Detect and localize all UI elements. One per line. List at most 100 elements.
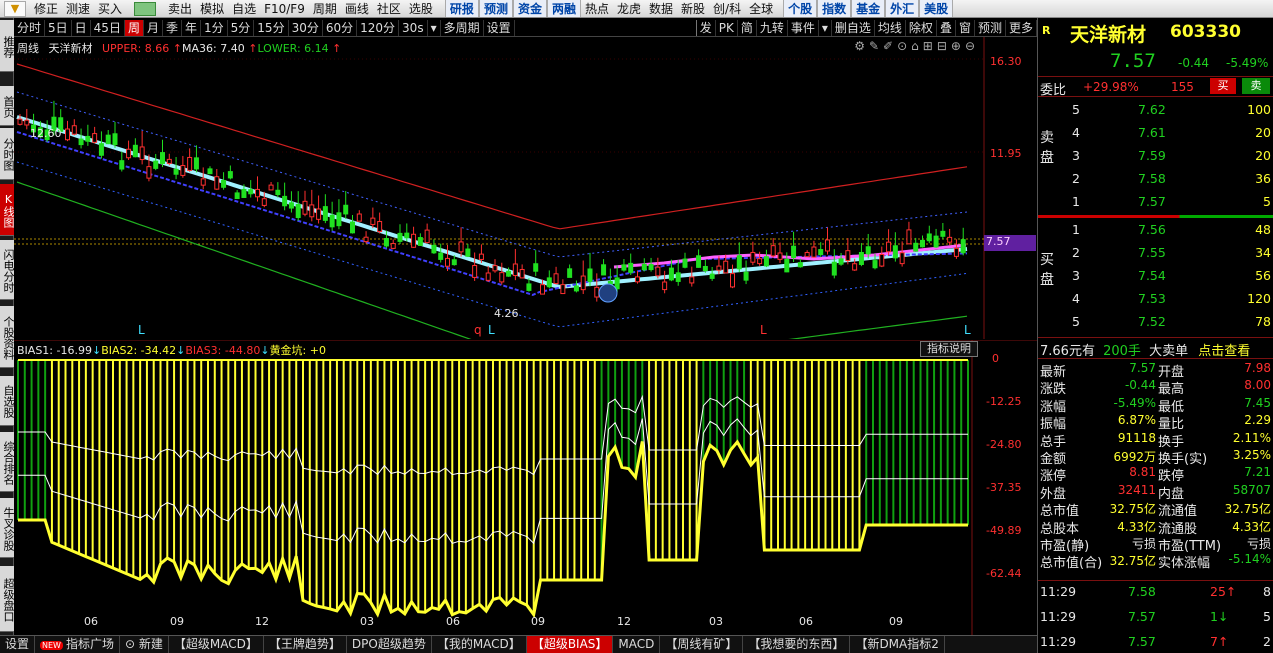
left-tab-profile[interactable]: 个股资料 (0, 306, 14, 368)
left-tab-watchlist[interactable]: 自选股 (0, 376, 14, 426)
period-30min[interactable]: 30分 (289, 19, 323, 36)
bottom-tab-indicator-square[interactable]: NEW 指标广场 (35, 636, 120, 653)
left-tab-orderbook[interactable]: 超级盘口 (0, 566, 14, 632)
toolbar-item-speed[interactable]: 测速 (62, 0, 94, 17)
left-tab-kline[interactable]: K线图 (0, 184, 14, 236)
bottom-tab-wish[interactable]: 【我想要的东西】 (743, 636, 851, 653)
left-tab-ranking[interactable]: 综合排名 (0, 432, 14, 492)
bottom-tab-weekly-mine[interactable]: 【周线有矿】 (660, 636, 744, 653)
weibi-value: +29.98% (1083, 80, 1139, 94)
bottom-tab-macd[interactable]: MACD (613, 636, 661, 653)
bottom-tab-my-macd[interactable]: 【我的MACD】 (432, 636, 527, 653)
candle-body (662, 281, 668, 291)
toolbar-item-margin[interactable]: 两融 (546, 0, 581, 17)
toolbar-item-fund[interactable]: 资金 (512, 0, 547, 17)
bottom-tab-super-bias[interactable]: 【超级BIAS】 (526, 636, 614, 653)
toolbar-item-data[interactable]: 数据 (645, 0, 677, 17)
candle-body (743, 271, 749, 281)
period-timeshare[interactable]: 分时 (14, 19, 46, 36)
candle-body (526, 283, 532, 291)
bias-chart[interactable]: BIAS1: -16.99↓BIAS2: -34.42↓BIAS3: -44.8… (14, 340, 1037, 635)
period-month[interactable]: 月 (144, 19, 163, 36)
left-tab-home[interactable]: 首页 (0, 86, 14, 126)
toolbar-item-hot[interactable]: 热点 (581, 0, 613, 17)
bottom-tab-dma[interactable]: 【新DMA指标2 (850, 636, 945, 653)
toolbar-item-star[interactable]: 创/科 (709, 0, 745, 17)
big-order-row[interactable]: 7.66元有 200手 大卖单 点击查看 (1040, 340, 1250, 359)
bottom-tab-trend[interactable]: 【王牌趋势】 (264, 636, 347, 653)
bottom-tab-bar: 设置 NEW 指标广场 ⊙ 新建 【超级MACD】 【王牌趋势】 DPO超级趋势 … (0, 635, 1037, 653)
period-day[interactable]: 日 (72, 19, 91, 36)
left-tab-flash[interactable]: 闪电分时 (0, 240, 14, 300)
indicator-help-button[interactable]: 指标说明 (920, 341, 978, 357)
buy-button[interactable]: 买 (1210, 78, 1236, 94)
left-tab-recommend[interactable]: 推荐 (0, 20, 14, 72)
tool-dropdown-icon[interactable]: ▾ (819, 19, 832, 36)
toolbar-item-watchlist[interactable]: 自选 (228, 0, 260, 17)
toolbar-item-forex[interactable]: 外汇 (885, 0, 920, 17)
toolbar-item-period[interactable]: 周期 (309, 0, 341, 17)
tool-more[interactable]: 更多 (1006, 19, 1037, 36)
period-1min[interactable]: 1分 (201, 19, 228, 36)
tool-ma[interactable]: 均线 (875, 19, 906, 36)
period-settings[interactable]: 设置 (484, 19, 515, 36)
toolbar-item-research[interactable]: 研报 (444, 0, 479, 17)
kline-chart[interactable]: 周线 天洋新材 UPPER: 8.66 ↑MA36: 7.40 ↑LOWER: … (14, 37, 1037, 339)
toolbar-item-fix[interactable]: 修正 (30, 0, 62, 17)
tool-event[interactable]: 事件 (788, 19, 819, 36)
period-120min[interactable]: 120分 (357, 19, 400, 36)
big-order-link[interactable]: 点击查看 (1198, 344, 1250, 359)
period-quarter[interactable]: 季 (163, 19, 182, 36)
period-5min[interactable]: 5分 (228, 19, 255, 36)
toolbar-item-f10[interactable]: F10/F9 (260, 0, 309, 17)
bottom-tab-super-macd[interactable]: 【超级MACD】 (169, 636, 264, 653)
tool-exright[interactable]: 除权 (906, 19, 937, 36)
toolbar-item-buy[interactable]: 买入 (94, 0, 126, 17)
chart-tool-icons[interactable]: ⚙✎✐⊙⌂⊞⊟⊕⊖ (854, 39, 979, 53)
tool-simple[interactable]: 简 (738, 19, 757, 36)
period-year[interactable]: 年 (182, 19, 202, 36)
sell-button[interactable]: 卖 (1242, 78, 1270, 94)
toolbar-item-community[interactable]: 社区 (373, 0, 405, 17)
period-30s[interactable]: 30s (399, 19, 428, 36)
kline-svg[interactable] (14, 37, 1037, 339)
left-tab-diagnose[interactable]: 牛叉诊股 (0, 498, 14, 558)
bias-svg[interactable] (14, 340, 1037, 635)
toolbar-item-sell[interactable]: 卖出 (164, 0, 196, 17)
toolbar-item-index[interactable]: 指数 (817, 0, 852, 17)
down-arrow-icon[interactable]: ▼ (4, 0, 26, 17)
candle-body (112, 133, 118, 146)
bid-price: 7.53 (1138, 291, 1166, 306)
toolbar-item-stock[interactable]: 个股 (783, 0, 818, 17)
toolbar-item-screener[interactable]: 选股 (405, 0, 437, 17)
candle-body (397, 232, 403, 242)
toolbar-item-ipo[interactable]: 新股 (677, 0, 709, 17)
tool-nine-turn[interactable]: 九转 (757, 19, 788, 36)
tool-send[interactable]: 发 (695, 19, 716, 36)
toolbar-item-fundmkt[interactable]: 基金 (851, 0, 886, 17)
tool-pk[interactable]: PK (716, 19, 738, 36)
period-45day[interactable]: 45日 (91, 19, 125, 36)
toolbar-item-forecast[interactable]: 预测 (478, 0, 513, 17)
tool-window[interactable]: 窗 (956, 19, 975, 36)
candle-body (478, 253, 484, 260)
period-dropdown-icon[interactable]: ▾ (428, 19, 441, 36)
toolbar-item-global[interactable]: 全球 (745, 0, 777, 17)
period-15min[interactable]: 15分 (254, 19, 289, 36)
toolbar-item-dragon[interactable]: 龙虎 (613, 0, 645, 17)
period-week[interactable]: 周 (124, 19, 144, 36)
bottom-tab-dpo[interactable]: DPO超级趋势 (347, 636, 432, 653)
period-60min[interactable]: 60分 (323, 19, 358, 36)
toolbar-item-draw[interactable]: 画线 (341, 0, 373, 17)
period-5day[interactable]: 5日 (45, 19, 72, 36)
tool-remove-watch[interactable]: 删自选 (832, 19, 875, 36)
trade-icon[interactable] (134, 1, 157, 16)
tool-overlay[interactable]: 叠 (937, 19, 956, 36)
toolbar-item-us[interactable]: 美股 (919, 0, 954, 17)
left-tab-timeshare[interactable]: 分时图 (0, 128, 14, 180)
bottom-settings[interactable]: 设置 (0, 636, 36, 653)
period-multi[interactable]: 多周期 (441, 19, 484, 36)
tool-forecast[interactable]: 预测 (975, 19, 1006, 36)
toolbar-item-simulate[interactable]: 模拟 (196, 0, 228, 17)
bottom-tab-new[interactable]: ⊙ 新建 (120, 636, 169, 653)
